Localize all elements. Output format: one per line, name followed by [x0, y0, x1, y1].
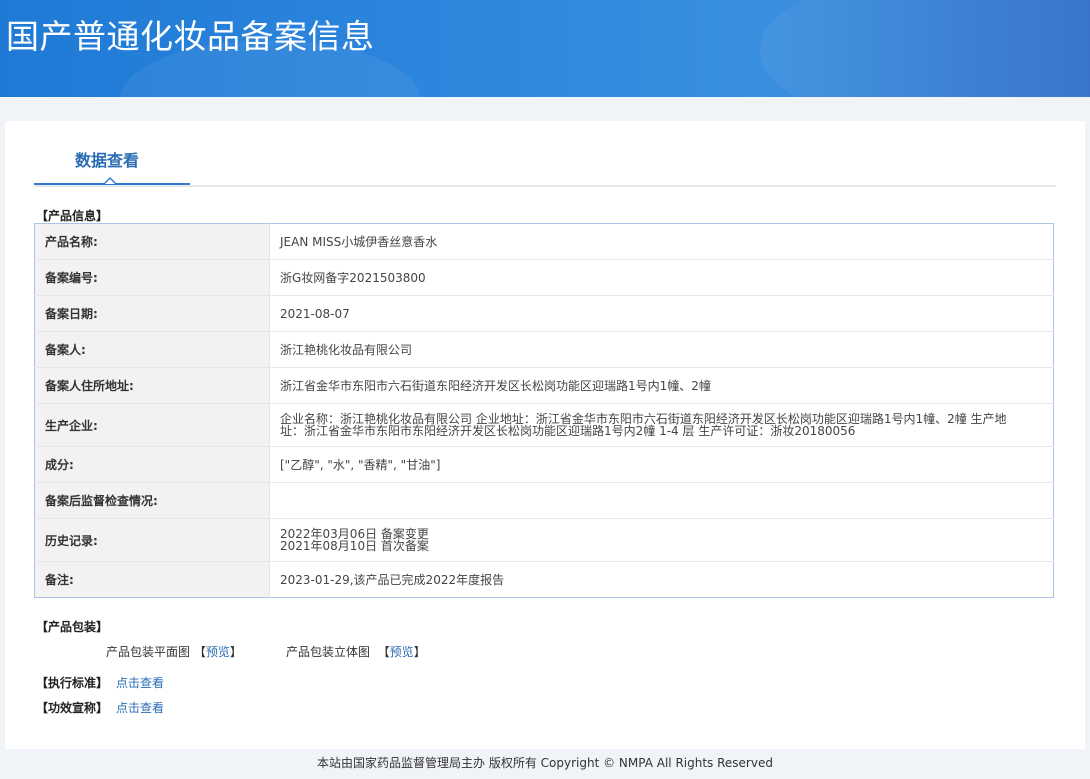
table-row: 备案后监督检查情况:	[34, 482, 1054, 519]
efficacy-label: 【功效宣称】	[36, 701, 109, 715]
row-label: 备案人住所地址:	[34, 367, 270, 404]
row-value: JEAN MISS小城伊香丝意香水	[269, 223, 1054, 260]
row-value: 2023-01-29,该产品已完成2022年度报告	[280, 572, 505, 587]
row-value: 企业名称：浙江艳桃化妆品有限公司 企业地址：浙江省金华市东阳市六石街道东阳经济开…	[269, 403, 1054, 447]
row-label: 产品名称:	[34, 223, 270, 260]
packaging-solid: 产品包装立体图 【预览】	[286, 645, 426, 659]
row-value: 浙江艳桃化妆品有限公司	[269, 331, 1054, 368]
packaging-solid-preview-link[interactable]: 预览	[390, 645, 414, 659]
packaging-solid-label: 产品包装立体图	[286, 645, 371, 659]
value-line: 2021年08月10日 首次备案	[280, 539, 429, 553]
row-label: 备案人:	[34, 331, 270, 368]
packaging-flat-preview-link[interactable]: 预览	[206, 645, 230, 659]
packaging-flat-label: 产品包装平面图	[106, 645, 191, 659]
table-row: 备案编号: 浙G妆网备字2021503800	[34, 259, 1054, 296]
tab-label: 数据查看	[75, 151, 140, 170]
row-label: 成分:	[34, 446, 270, 483]
tab-caret-icon	[103, 177, 117, 184]
efficacy-view-link[interactable]: 点击查看	[116, 701, 164, 715]
efficacy-line: 【功效宣称】 点击查看	[36, 699, 164, 716]
table-row: 成分: ["乙醇", "水", "香精", "甘油"]	[34, 446, 1054, 483]
standard-line: 【执行标准】 点击查看	[36, 674, 164, 691]
table-row: 备注: 2023-01-29,该产品已完成2022年度报告	[34, 561, 1054, 598]
product-info-table: 产品名称: JEAN MISS小城伊香丝意香水 备案编号: 浙G妆网备字2021…	[34, 223, 1054, 598]
table-row: 备案日期: 2021-08-07	[34, 295, 1054, 332]
page-header: 国产普通化妆品备案信息	[0, 0, 1090, 97]
row-value: 2022年03月06日 备案变更 2021年08月10日 首次备案	[269, 518, 1054, 562]
row-value	[269, 482, 1054, 519]
page-title: 国产普通化妆品备案信息	[6, 17, 375, 56]
row-label: 生产企业:	[34, 403, 270, 447]
packaging-title: 【产品包装】	[36, 620, 109, 634]
row-value: ["乙醇", "水", "香精", "甘油"]	[269, 446, 1054, 483]
content-panel: 数据查看 【产品信息】 产品名称: JEAN MISS小城伊香丝意香水 备案编号…	[5, 121, 1085, 749]
tab-data-view[interactable]: 数据查看	[34, 121, 190, 185]
table-row: 备案人住所地址: 浙江省金华市东阳市六石街道东阳经济开发区长松岗功能区迎瑞路1号…	[34, 367, 1054, 404]
standard-view-link[interactable]: 点击查看	[116, 676, 164, 690]
row-value: 浙G妆网备字2021503800	[269, 259, 1054, 296]
header-decoration	[760, 0, 1090, 97]
table-row: 历史记录: 2022年03月06日 备案变更 2021年08月10日 首次备案	[34, 518, 1054, 562]
row-label: 备注:	[34, 561, 270, 598]
table-row: 生产企业: 企业名称：浙江艳桃化妆品有限公司 企业地址：浙江省金华市东阳市六石街…	[34, 403, 1054, 447]
row-label: 备案编号:	[34, 259, 270, 296]
row-label: 备案后监督检查情况:	[34, 482, 270, 519]
standard-label: 【执行标准】	[36, 676, 109, 690]
packaging-flat: 产品包装平面图 【预览】	[106, 645, 242, 659]
row-value: 2021-08-07	[269, 295, 1054, 332]
row-label: 历史记录:	[34, 518, 270, 562]
row-value: 浙江省金华市东阳市六石街道东阳经济开发区长松岗功能区迎瑞路1号内1幢、2幢	[269, 367, 1054, 404]
value-line: 址：浙江省金华市东阳市东阳经济开发区长松岗功能区迎瑞路1号内2幢 1-4 层 生…	[280, 424, 856, 438]
page-footer: 本站由国家药品监督管理局主办 版权所有 Copyright © NMPA All…	[317, 756, 773, 770]
row-label: 备案日期:	[34, 295, 270, 332]
table-row: 备案人: 浙江艳桃化妆品有限公司	[34, 331, 1054, 368]
product-info-title: 【产品信息】	[36, 209, 109, 223]
table-row: 产品名称: JEAN MISS小城伊香丝意香水	[34, 223, 1054, 260]
tab-bar: 数据查看	[34, 121, 1056, 187]
